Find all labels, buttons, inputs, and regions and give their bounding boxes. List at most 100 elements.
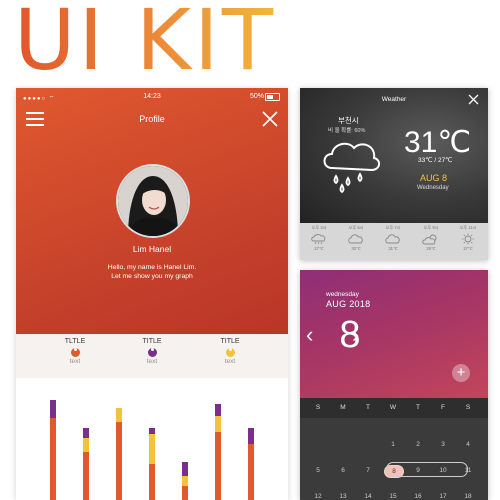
- battery-icon: [265, 93, 280, 101]
- forecast-time: 오후 9시: [423, 225, 439, 230]
- calendar-day-cell[interactable]: 4: [459, 439, 477, 450]
- sun-cloud-icon: [422, 234, 437, 245]
- profile-header: ●●●●○ ⌔ 14:23 50% Profile Lim Hanel Hell…: [16, 88, 288, 334]
- calendar-day-cell[interactable]: 5: [309, 465, 327, 476]
- status-bar: ●●●●○ ⌔ 14:23 50%: [16, 92, 288, 104]
- calendar-day-cell[interactable]: 2: [409, 439, 427, 450]
- calendar-weekday: wednesday: [326, 291, 359, 298]
- avatar-photo: [118, 166, 188, 236]
- close-icon[interactable]: [262, 111, 278, 127]
- graph-bar-segment-yellow: [116, 408, 122, 422]
- forecast-item: 오후 7시 31℃: [375, 225, 411, 251]
- graph-bar-segment-orange: [50, 418, 56, 500]
- forecast-temp: 30℃: [351, 246, 361, 251]
- calendar-weekday-label: M: [340, 404, 346, 411]
- avatar: [116, 164, 190, 238]
- forecast-time: 오후 5시: [348, 225, 364, 230]
- profile-tabs: TLTLE text TITLE text TITLE text: [16, 334, 288, 378]
- calendar-day-cell[interactable]: 12: [309, 491, 327, 500]
- calendar-day-cell[interactable]: 1: [384, 439, 402, 450]
- profile-title: Profile: [139, 114, 165, 124]
- calendar-weekday-label: S: [465, 404, 471, 411]
- weather-day: Wednesday: [417, 185, 449, 191]
- sun-icon: [462, 233, 474, 245]
- calendar-day-cell[interactable]: 14: [359, 491, 377, 500]
- cloud-icon: [348, 234, 363, 244]
- calendar-day-cell[interactable]: 17: [434, 491, 452, 500]
- weather-city: 부천시: [338, 116, 359, 125]
- chevron-right-icon[interactable]: ›: [352, 322, 359, 348]
- forecast-item: 오후 3시 27℃: [301, 225, 337, 251]
- graph-bar-segment-purple: [83, 428, 89, 438]
- forecast-temp: 31℃: [388, 246, 398, 251]
- graph-bar-segment-orange: [182, 486, 188, 500]
- calendar-day-cell[interactable]: 13: [334, 491, 352, 500]
- calendar-weekday-row: SMTWTFS: [300, 398, 488, 418]
- graph-bar: [50, 400, 56, 500]
- graph-bar: [215, 404, 221, 500]
- weather-forecast: 오후 3시 27℃ 오후 5시 30℃ 오후 7시 31℃ 오후 9시 29℃ …: [300, 223, 488, 260]
- close-icon[interactable]: [468, 94, 479, 105]
- calendar-day-cell[interactable]: 15: [384, 491, 402, 500]
- weather-header-area: Weather 부천시 비 올 확률: 60% 31℃ 33℃ / 27℃ AU…: [300, 88, 488, 223]
- calendar-grid: SMTWTFS 1 2 3 4 5 6 7 8 9 10 11 12 13 14 15 16 17 18: [300, 398, 488, 500]
- calendar-day-cell[interactable]: 3: [434, 439, 452, 450]
- weather-date: AUG 8: [420, 173, 448, 183]
- calendar-weekday-label: W: [389, 404, 397, 411]
- tab-dot-icon: [147, 348, 157, 357]
- calendar-weekday-label: T: [416, 404, 420, 411]
- battery-percent: 50%: [249, 93, 264, 100]
- graph-bar-segment-orange: [248, 444, 254, 500]
- forecast-temp: 29℃: [426, 246, 436, 251]
- page-title: UI KIT: [14, 0, 276, 86]
- profile-graph: [16, 378, 288, 500]
- graph-bar-segment-purple: [50, 400, 56, 418]
- graph-bar: [149, 428, 155, 500]
- chevron-left-icon[interactable]: ‹: [306, 322, 313, 348]
- calendar-day-cell[interactable]: 18: [459, 491, 477, 500]
- forecast-time: 오후 11시: [459, 225, 477, 230]
- calendar-header: wednesday AUG 2018 ‹ 8 › +: [300, 270, 488, 398]
- bio-line: Let me show you my graph: [111, 273, 193, 280]
- profile-bio: Hello, my name is Hanel Lim. Let me show…: [16, 263, 288, 281]
- calendar-day: 8: [339, 314, 361, 356]
- forecast-item: 오후 11시 27℃: [450, 225, 486, 251]
- tab-1[interactable]: TLTLE text: [45, 338, 105, 365]
- forecast-temp: 27℃: [463, 246, 473, 251]
- tab-label: TLTLE: [64, 338, 86, 345]
- weather-card: Weather 부천시 비 올 확률: 60% 31℃ 33℃ / 27℃ AU…: [300, 88, 488, 260]
- graph-bar-segment-orange: [215, 432, 221, 500]
- tab-label: TITLE: [220, 338, 240, 345]
- rain-cloud-icon: [323, 142, 380, 194]
- forecast-item: 오후 5시 30℃: [338, 225, 374, 251]
- tab-dot-icon: [70, 348, 80, 357]
- calendar-weekday-label: T: [366, 404, 370, 411]
- calendar-day-cell[interactable]: 7: [359, 465, 377, 476]
- graph-bar-segment-purple: [215, 404, 221, 416]
- add-event-button[interactable]: +: [452, 364, 470, 382]
- cloud-icon: [385, 234, 400, 244]
- graph-bar: [248, 428, 254, 500]
- weather-range: 33℃ / 27℃: [418, 157, 453, 164]
- rain-cloud-icon: [311, 234, 326, 245]
- graph-bar-segment-yellow: [149, 434, 155, 464]
- graph-bar: [182, 462, 188, 500]
- graph-bar: [83, 428, 89, 500]
- graph-bar-segment-yellow: [182, 476, 188, 486]
- forecast-item: 오후 9시 29℃: [413, 225, 449, 251]
- calendar-weekday-label: S: [315, 404, 321, 411]
- forecast-time: 오후 3시: [311, 225, 327, 230]
- graph-bar: [116, 408, 122, 500]
- graph-bar-segment-orange: [149, 464, 155, 500]
- calendar-weekday-label: F: [441, 404, 445, 411]
- calendar-day-cell[interactable]: 6: [334, 465, 352, 476]
- graph-bar-segment-orange: [116, 422, 122, 500]
- tab-2[interactable]: TITLE text: [122, 338, 182, 365]
- forecast-temp: 27℃: [314, 246, 324, 251]
- calendar-day-cell[interactable]: 16: [409, 491, 427, 500]
- tab-3[interactable]: TITLE text: [200, 338, 260, 365]
- tab-text: text: [69, 358, 81, 365]
- graph-bar-segment-orange: [83, 452, 89, 500]
- tab-dot-icon: [225, 348, 235, 357]
- profile-card: ●●●●○ ⌔ 14:23 50% Profile Lim Hanel Hell…: [16, 88, 288, 500]
